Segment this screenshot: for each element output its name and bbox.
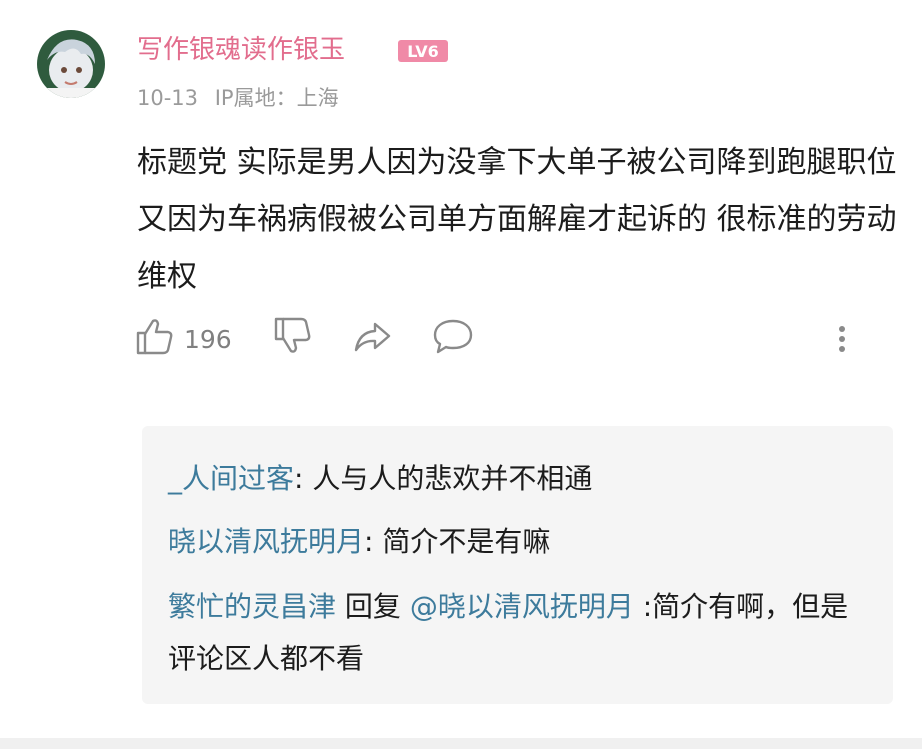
comment-actions: 196	[0, 312, 922, 362]
reply-author[interactable]: 繁忙的灵昌津	[168, 590, 336, 623]
avatar-image	[37, 30, 105, 98]
comment-date: 10-13	[137, 86, 199, 110]
comment-text: 标题党 实际是男人因为没拿下大单子被公司降到跑腿职位 又因为车祸病假被公司单方面…	[137, 145, 897, 294]
reply-author[interactable]: 晓以清风抚明月	[168, 525, 364, 558]
thumbs-down-icon[interactable]	[274, 316, 312, 360]
comment-bubble-icon[interactable]	[432, 316, 474, 360]
more-vertical-icon[interactable]	[830, 318, 854, 358]
reply-connector: 回复	[336, 590, 410, 623]
comment-meta: 10-13 IP属地：上海	[137, 82, 349, 114]
reply-text: 简介不是有嘛	[373, 525, 551, 558]
username[interactable]: 写作银魂读作银玉	[137, 30, 345, 70]
replies-panel[interactable]: _人间过客: 人与人的悲欢并不相通 晓以清风抚明月: 简介不是有嘛 繁忙的灵昌津…	[142, 426, 893, 704]
reply-item[interactable]: _人间过客: 人与人的悲欢并不相通	[168, 453, 858, 505]
divider	[0, 738, 922, 749]
avatar[interactable]	[37, 30, 105, 98]
thumbs-up-icon[interactable]	[136, 316, 174, 360]
comment-location: IP属地：上海	[214, 86, 339, 110]
reply-author[interactable]: _人间过客	[168, 462, 294, 495]
level-badge-text: LV6	[407, 42, 439, 61]
reply-text: 人与人的悲欢并不相通	[303, 462, 593, 495]
level-badge: LV6	[398, 40, 448, 62]
reply-item[interactable]: 晓以清风抚明月: 简介不是有嘛	[168, 516, 858, 568]
share-icon[interactable]	[353, 316, 393, 360]
reply-mention[interactable]: @晓以清风抚明月	[410, 590, 634, 623]
like-count: 196	[184, 325, 232, 354]
reply-item[interactable]: 繁忙的灵昌津 回复 @晓以清风抚明月 :简介有啊，但是评论区人都不看	[168, 581, 858, 685]
